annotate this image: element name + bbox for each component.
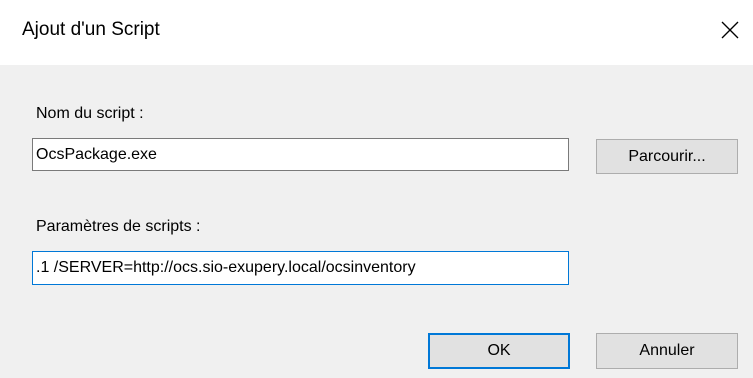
browse-button[interactable]: Parcourir... — [596, 139, 738, 174]
script-name-label: Nom du script : — [36, 105, 144, 122]
cancel-button[interactable]: Annuler — [596, 333, 738, 369]
script-name-input[interactable] — [32, 138, 569, 171]
close-button[interactable] — [707, 8, 753, 52]
title-bar: Ajout d'un Script — [0, 0, 753, 65]
ok-button[interactable]: OK — [428, 333, 570, 369]
add-script-dialog: Ajout d'un Script Nom du script : Parcou… — [0, 0, 753, 378]
script-params-label: Paramètres de scripts : — [36, 218, 201, 235]
script-params-input[interactable] — [32, 251, 569, 285]
close-icon — [721, 21, 739, 39]
dialog-title: Ajout d'un Script — [22, 19, 160, 40]
